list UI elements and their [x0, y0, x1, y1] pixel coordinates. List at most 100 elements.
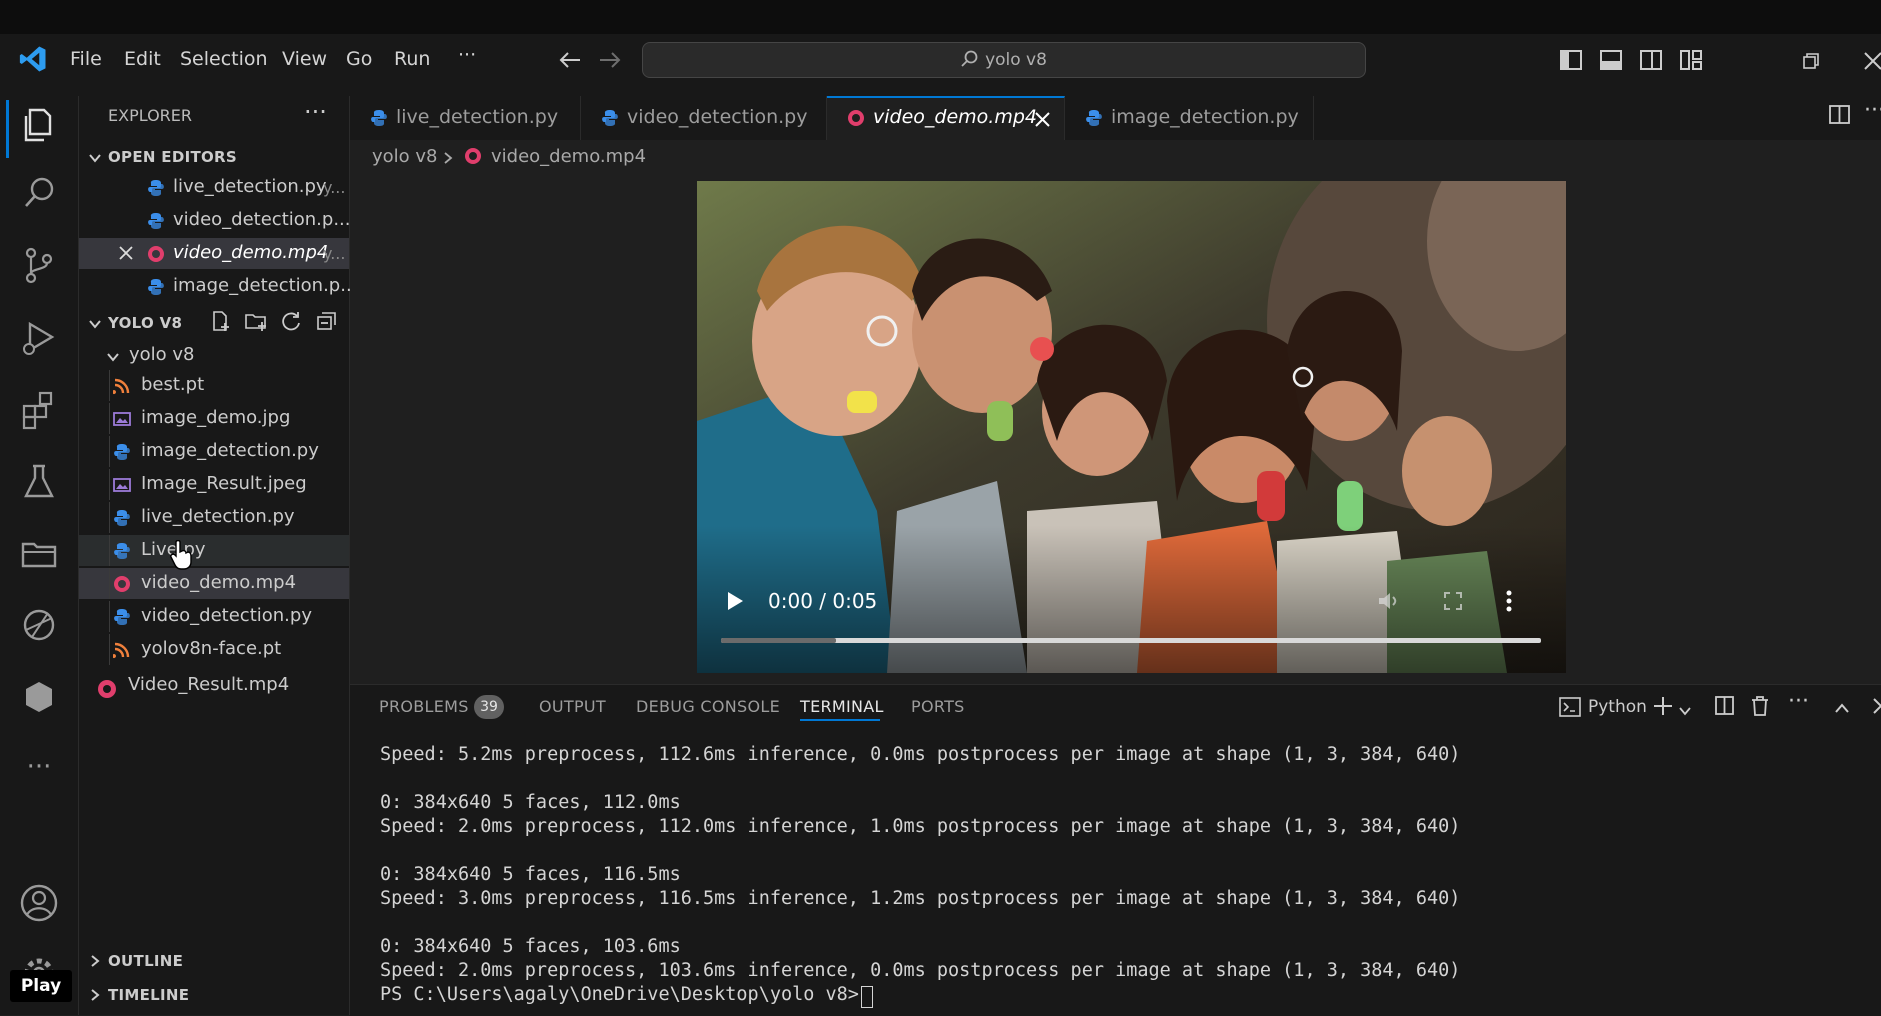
tab-terminal[interactable]: TERMINAL — [800, 697, 884, 716]
testing-flask-icon[interactable] — [18, 460, 60, 502]
breadcrumb-file[interactable]: video_demo.mp4 — [491, 146, 646, 167]
refresh-icon[interactable] — [280, 310, 302, 332]
new-file-icon[interactable] — [210, 310, 232, 332]
split-editor-icon[interactable] — [1828, 104, 1852, 126]
close-icon[interactable] — [119, 246, 133, 260]
tab-video-detection-py[interactable]: video_detection.py — [581, 96, 827, 140]
source-control-icon[interactable] — [18, 244, 60, 286]
play-icon[interactable] — [725, 591, 745, 611]
close-panel-icon[interactable] — [1872, 697, 1881, 715]
new-folder-icon[interactable] — [244, 310, 268, 332]
tab-debug-console[interactable]: DEBUG CONSOLE — [636, 697, 780, 716]
terminal-line: 0: 384x640 5 faces, 112.0ms — [380, 792, 681, 813]
terminal-line: 0: 384x640 5 faces, 116.5ms — [380, 864, 681, 885]
open-editor-item[interactable]: live_detection.py y... — [79, 172, 349, 203]
video-progress-track[interactable] — [721, 638, 1541, 643]
tab-label: video_demo.mp4 — [873, 106, 1037, 128]
indent-guide — [109, 502, 110, 533]
more-views-icon[interactable]: ··· — [18, 752, 60, 794]
customize-layout-icon[interactable] — [1680, 50, 1702, 70]
close-icon[interactable] — [1035, 112, 1050, 127]
remote-explorer-icon[interactable] — [18, 604, 60, 646]
tab-problems[interactable]: PROBLEMS — [379, 697, 469, 716]
terminal-icon — [1559, 697, 1581, 717]
maximize-panel-icon[interactable] — [1834, 699, 1850, 713]
tab-image-detection-py[interactable]: image_detection.py — [1065, 96, 1314, 140]
terminal-profile-label[interactable]: Python — [1588, 697, 1647, 717]
file-tree-item[interactable]: image_detection.py — [79, 436, 349, 467]
editor-more-icon[interactable]: ··· — [1864, 98, 1881, 123]
file-video-result[interactable]: Video_Result.mp4 — [128, 674, 289, 695]
menu-file[interactable]: File — [70, 48, 102, 70]
indent-guide — [109, 403, 110, 434]
active-indicator — [6, 100, 9, 158]
chevron-down-icon[interactable] — [88, 150, 102, 164]
run-debug-icon[interactable] — [18, 316, 60, 358]
trash-icon[interactable] — [1750, 695, 1770, 717]
outline-header[interactable]: OUTLINE — [108, 952, 183, 970]
menu-go[interactable]: Go — [346, 48, 372, 70]
back-arrow-icon[interactable] — [558, 50, 582, 70]
open-editor-item[interactable]: video_demo.mp4 y... — [79, 238, 349, 269]
timeline-header[interactable]: TIMELINE — [108, 986, 189, 1004]
chevron-down-icon[interactable] — [1678, 701, 1692, 716]
folder-icon[interactable] — [18, 532, 60, 574]
file-tree-item[interactable]: image_demo.jpg — [79, 403, 349, 434]
image-file-icon — [113, 410, 131, 428]
tab-video-demo-mp4[interactable]: video_demo.mp4 — [827, 96, 1065, 142]
file-tree-item[interactable]: best.pt — [79, 370, 349, 401]
chevron-right-icon[interactable] — [88, 953, 102, 967]
account-icon[interactable] — [18, 882, 60, 924]
panel-more-icon[interactable]: ··· — [1788, 689, 1809, 714]
folder-yolo-v8[interactable]: yolo v8 — [129, 344, 195, 365]
explorer-icon[interactable] — [18, 102, 60, 144]
file-tree-item[interactable]: Live.py — [79, 535, 349, 566]
search-icon[interactable] — [18, 172, 60, 214]
search-icon — [961, 50, 978, 67]
add-terminal-icon[interactable] — [1652, 695, 1674, 717]
restore-window-icon[interactable] — [1802, 52, 1820, 70]
volume-icon[interactable] — [1377, 591, 1401, 611]
menu-selection[interactable]: Selection — [180, 48, 268, 70]
toggle-panel-icon[interactable] — [1600, 50, 1622, 70]
terminal-line: Speed: 5.2ms preprocess, 112.6ms inferen… — [380, 744, 1461, 765]
video-player[interactable]: 0:00 / 0:05 — [697, 181, 1566, 673]
menu-run[interactable]: Run — [394, 48, 430, 70]
forward-arrow-icon[interactable] — [598, 50, 622, 70]
indent-guide — [109, 568, 110, 599]
docker-hexagon-icon[interactable] — [18, 676, 60, 718]
breadcrumb-folder[interactable]: yolo v8 — [372, 146, 438, 167]
fullscreen-icon[interactable] — [1443, 591, 1463, 611]
collapse-all-icon[interactable] — [316, 310, 338, 332]
toggle-secondary-sidebar-icon[interactable] — [1640, 50, 1662, 70]
python-file-icon — [113, 443, 131, 461]
file-tree-item[interactable]: Image_Result.jpeg — [79, 469, 349, 500]
file-tree-item[interactable]: video_demo.mp4 — [79, 568, 349, 599]
extensions-icon[interactable] — [18, 388, 60, 430]
tab-ports[interactable]: PORTS — [911, 697, 965, 716]
close-window-icon[interactable] — [1862, 50, 1881, 70]
menu-more[interactable]: ··· — [458, 44, 476, 66]
chevron-down-icon[interactable] — [106, 349, 120, 363]
project-header[interactable]: YOLO V8 — [108, 314, 182, 332]
python-file-icon — [147, 212, 165, 230]
menu-edit[interactable]: Edit — [124, 48, 161, 70]
menu-view[interactable]: View — [282, 48, 327, 70]
file-tree-item[interactable]: yolov8n-face.pt — [79, 634, 349, 665]
command-center-search[interactable]: yolo v8 — [642, 42, 1366, 78]
tab-output[interactable]: OUTPUT — [539, 697, 606, 716]
open-editor-label: image_detection.p... — [173, 275, 358, 296]
file-tree-item[interactable]: live_detection.py — [79, 502, 349, 533]
tab-live-detection-py[interactable]: live_detection.py — [350, 96, 581, 140]
explorer-more-icon[interactable]: ··· — [304, 98, 327, 126]
chevron-down-icon[interactable] — [88, 316, 102, 330]
open-editors-header[interactable]: OPEN EDITORS — [108, 148, 237, 166]
split-terminal-icon[interactable] — [1714, 695, 1736, 717]
toggle-primary-sidebar-icon[interactable] — [1560, 50, 1582, 70]
file-tree-item[interactable]: video_detection.py — [79, 601, 349, 632]
chevron-right-icon[interactable] — [88, 987, 102, 1001]
open-editor-item[interactable]: image_detection.p... — [79, 271, 357, 302]
open-editor-item[interactable]: video_detection.p... — [79, 205, 351, 236]
play-badge: Play — [10, 970, 72, 1002]
more-options-icon[interactable] — [1505, 589, 1513, 613]
